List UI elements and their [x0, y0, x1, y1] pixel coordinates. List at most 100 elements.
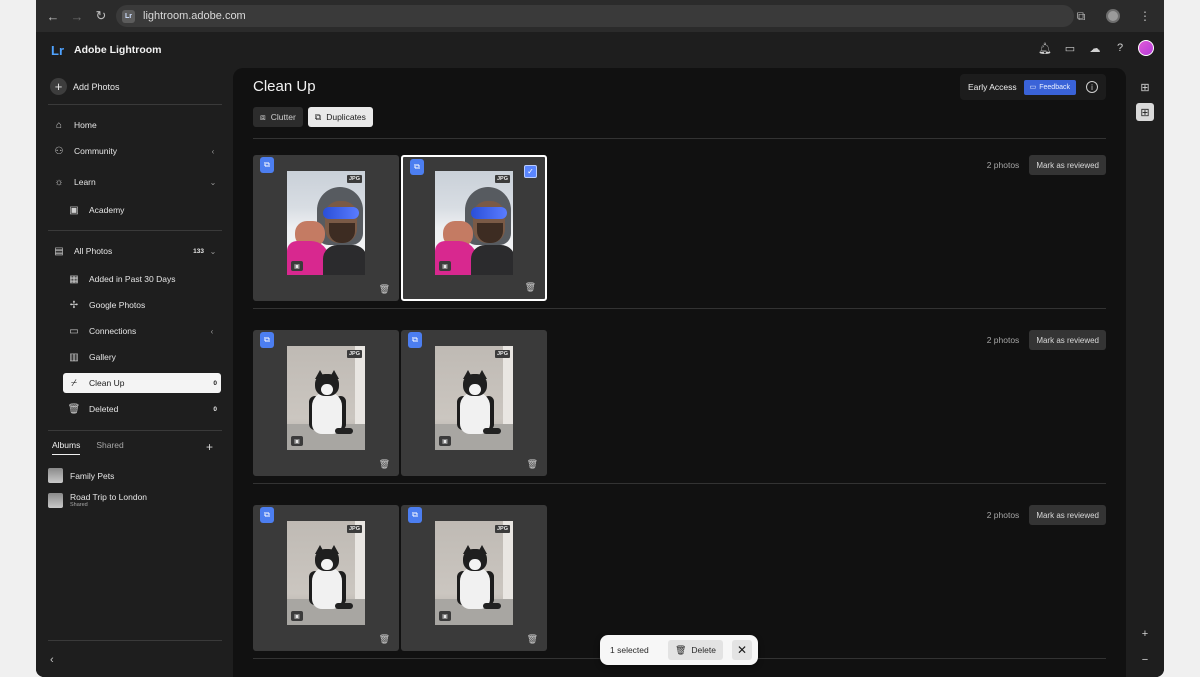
- photos-icon: ▤: [54, 245, 64, 257]
- sidebar-item-connections[interactable]: ▭ Connections ‹: [63, 321, 221, 341]
- browser-window: ← → ↻ Lr lightroom.adobe.com ⧉ ⋮ Lr Adob…: [36, 0, 1164, 677]
- photo-card-selected[interactable]: ⧉ ✓ JPG ▣ 🗑︎: [401, 155, 547, 301]
- zoom-out-icon[interactable]: −: [1136, 651, 1154, 669]
- photo-card[interactable]: ⧉ JPG ▣ 🗑︎: [401, 505, 547, 651]
- divider: [48, 104, 222, 105]
- profile-icon[interactable]: [1102, 5, 1124, 27]
- tab-albums[interactable]: Albums: [52, 440, 81, 455]
- duplicate-badge-icon: ⧉: [260, 157, 274, 173]
- mark-reviewed-button[interactable]: Mark as reviewed: [1029, 330, 1106, 350]
- photo-card[interactable]: ⧉ JPG ▣ 🗑︎: [401, 330, 547, 476]
- divider: [48, 640, 222, 641]
- album-item[interactable]: Family Pets: [48, 468, 114, 483]
- sidebar-item-all-photos[interactable]: ▤ All Photos 133 ⌄: [48, 241, 222, 261]
- sidebar-item-home[interactable]: ⌂ Home: [48, 115, 222, 135]
- feedback-button[interactable]: ▭ Feedback: [1023, 79, 1076, 95]
- sidebar-item-label: Deleted: [89, 404, 119, 414]
- address-bar[interactable]: Lr lightroom.adobe.com: [116, 5, 1074, 27]
- sidebar-item-label: All Photos: [74, 246, 113, 256]
- sidebar-item-label: Added in Past 30 Days: [89, 274, 176, 284]
- tab-label: Clutter: [270, 112, 296, 122]
- page-title: Clean Up: [253, 78, 316, 95]
- mark-reviewed-button[interactable]: Mark as reviewed: [1029, 505, 1106, 525]
- album-name: Family Pets: [70, 470, 115, 481]
- add-album-icon[interactable]: +: [206, 440, 213, 454]
- cloud-icon[interactable]: ☁: [1088, 41, 1102, 55]
- trash-icon[interactable]: 🗑︎: [379, 284, 390, 295]
- photo-card[interactable]: ⧉ JPG ▣ 🗑︎: [253, 155, 399, 301]
- mark-reviewed-button[interactable]: Mark as reviewed: [1029, 155, 1106, 175]
- plus-icon: +: [50, 78, 67, 95]
- trash-icon[interactable]: 🗑︎: [525, 282, 536, 293]
- square-grid-icon[interactable]: ⊞: [1136, 103, 1154, 121]
- trash-icon: 🗑︎: [67, 403, 81, 415]
- sidebar-item-deleted[interactable]: 🗑︎ Deleted 0: [63, 399, 221, 419]
- image-icon: ▣: [439, 436, 451, 446]
- photo-thumbnail: JPG ▣: [435, 521, 513, 625]
- notifications-icon[interactable]: 🔔︎: [1038, 41, 1052, 55]
- tab-shared[interactable]: Shared: [96, 440, 123, 455]
- duplicate-badge-icon: ⧉: [260, 332, 274, 348]
- duplicate-group: ⧉ JPG ▣ 🗑︎ ⧉ JPG ▣ 🗑︎ 2 photos Mark as r…: [253, 505, 1106, 651]
- feedback-label: Feedback: [1039, 83, 1070, 91]
- group-divider: [253, 483, 1106, 484]
- delete-label: Delete: [691, 645, 716, 655]
- trash-icon: 🗑︎: [674, 644, 687, 655]
- group-divider: [253, 308, 1106, 309]
- duplicate-group: ⧉ JPG ▣ 🗑︎ ⧉ ✓ JPG ▣ 🗑︎ 2 photos Mark as…: [253, 155, 1106, 301]
- sidebar-item-gallery[interactable]: ▥ Gallery: [63, 347, 221, 367]
- calendar-icon: ▦: [69, 273, 79, 285]
- back-icon[interactable]: ←: [42, 5, 64, 27]
- sidebar-item-label: Community: [74, 146, 117, 156]
- extensions-icon[interactable]: ⧉: [1070, 5, 1092, 27]
- devices-icon[interactable]: ▭: [1063, 41, 1077, 55]
- sidebar: + Add Photos ⌂ Home ⚇ Community ‹ ☼ Lear…: [36, 68, 232, 677]
- file-type-badge: JPG: [346, 525, 362, 533]
- trash-icon[interactable]: 🗑︎: [527, 459, 538, 470]
- app-title: Adobe Lightroom: [74, 44, 162, 56]
- album-item[interactable]: Road Trip to London Shared: [48, 492, 147, 508]
- grid-layout-icon[interactable]: ⊞: [1136, 78, 1154, 96]
- browser-menu-icon[interactable]: ⋮: [1134, 5, 1156, 27]
- sidebar-item-clean-up[interactable]: ⌿ Clean Up 0: [63, 373, 221, 393]
- trash-icon[interactable]: 🗑︎: [379, 634, 390, 645]
- image-icon: ▣: [291, 261, 303, 271]
- image-icon: ▣: [439, 261, 451, 271]
- file-type-badge: JPG: [346, 350, 362, 358]
- add-photos-button[interactable]: + Add Photos: [50, 78, 120, 95]
- chevron-down-icon: ⌄: [209, 177, 217, 187]
- sidebar-item-community[interactable]: ⚇ Community ‹: [48, 141, 222, 161]
- info-icon[interactable]: i: [1086, 81, 1098, 93]
- avatar[interactable]: [1138, 40, 1154, 56]
- delete-button[interactable]: 🗑︎ Delete: [667, 640, 723, 660]
- album-thumbnail: [48, 492, 63, 508]
- sidebar-item-google-photos[interactable]: ✢ Google Photos: [63, 295, 221, 315]
- home-icon: ⌂: [55, 119, 63, 131]
- photo-thumbnail: JPG ▣: [287, 521, 365, 625]
- trash-icon[interactable]: 🗑︎: [379, 459, 390, 470]
- sidebar-item-learn[interactable]: ☼ Learn ⌄: [48, 172, 222, 192]
- tab-clutter[interactable]: ⧈ Clutter: [253, 107, 303, 127]
- close-icon[interactable]: ✕: [732, 640, 752, 660]
- album-thumbnail: [48, 468, 63, 483]
- sidebar-item-label: Gallery: [89, 352, 116, 362]
- help-icon[interactable]: ?: [1113, 41, 1127, 55]
- collapse-sidebar-icon[interactable]: ‹: [50, 654, 54, 666]
- photo-card[interactable]: ⧉ JPG ▣ 🗑︎: [253, 505, 399, 651]
- forward-icon[interactable]: →: [66, 5, 88, 27]
- zoom-in-icon[interactable]: +: [1136, 625, 1154, 643]
- duplicate-badge-icon: ⧉: [408, 507, 422, 523]
- photo-card[interactable]: ⧉ JPG ▣ 🗑︎: [253, 330, 399, 476]
- sidebar-item-academy[interactable]: ▣ Academy: [63, 200, 221, 220]
- tab-label: Duplicates: [326, 112, 366, 122]
- reload-icon[interactable]: ↻: [90, 5, 112, 27]
- deleted-count: 0: [213, 405, 217, 413]
- tab-duplicates[interactable]: ⧉ Duplicates: [307, 107, 373, 127]
- checkbox-checked-icon[interactable]: ✓: [524, 165, 537, 178]
- lightbulb-icon: ☼: [54, 176, 64, 188]
- file-type-badge: JPG: [494, 175, 510, 183]
- group-count: 2 photos: [986, 160, 1020, 170]
- file-type-badge: JPG: [346, 175, 362, 183]
- trash-icon[interactable]: 🗑︎: [527, 634, 538, 645]
- sidebar-item-added-recent[interactable]: ▦ Added in Past 30 Days: [63, 269, 221, 289]
